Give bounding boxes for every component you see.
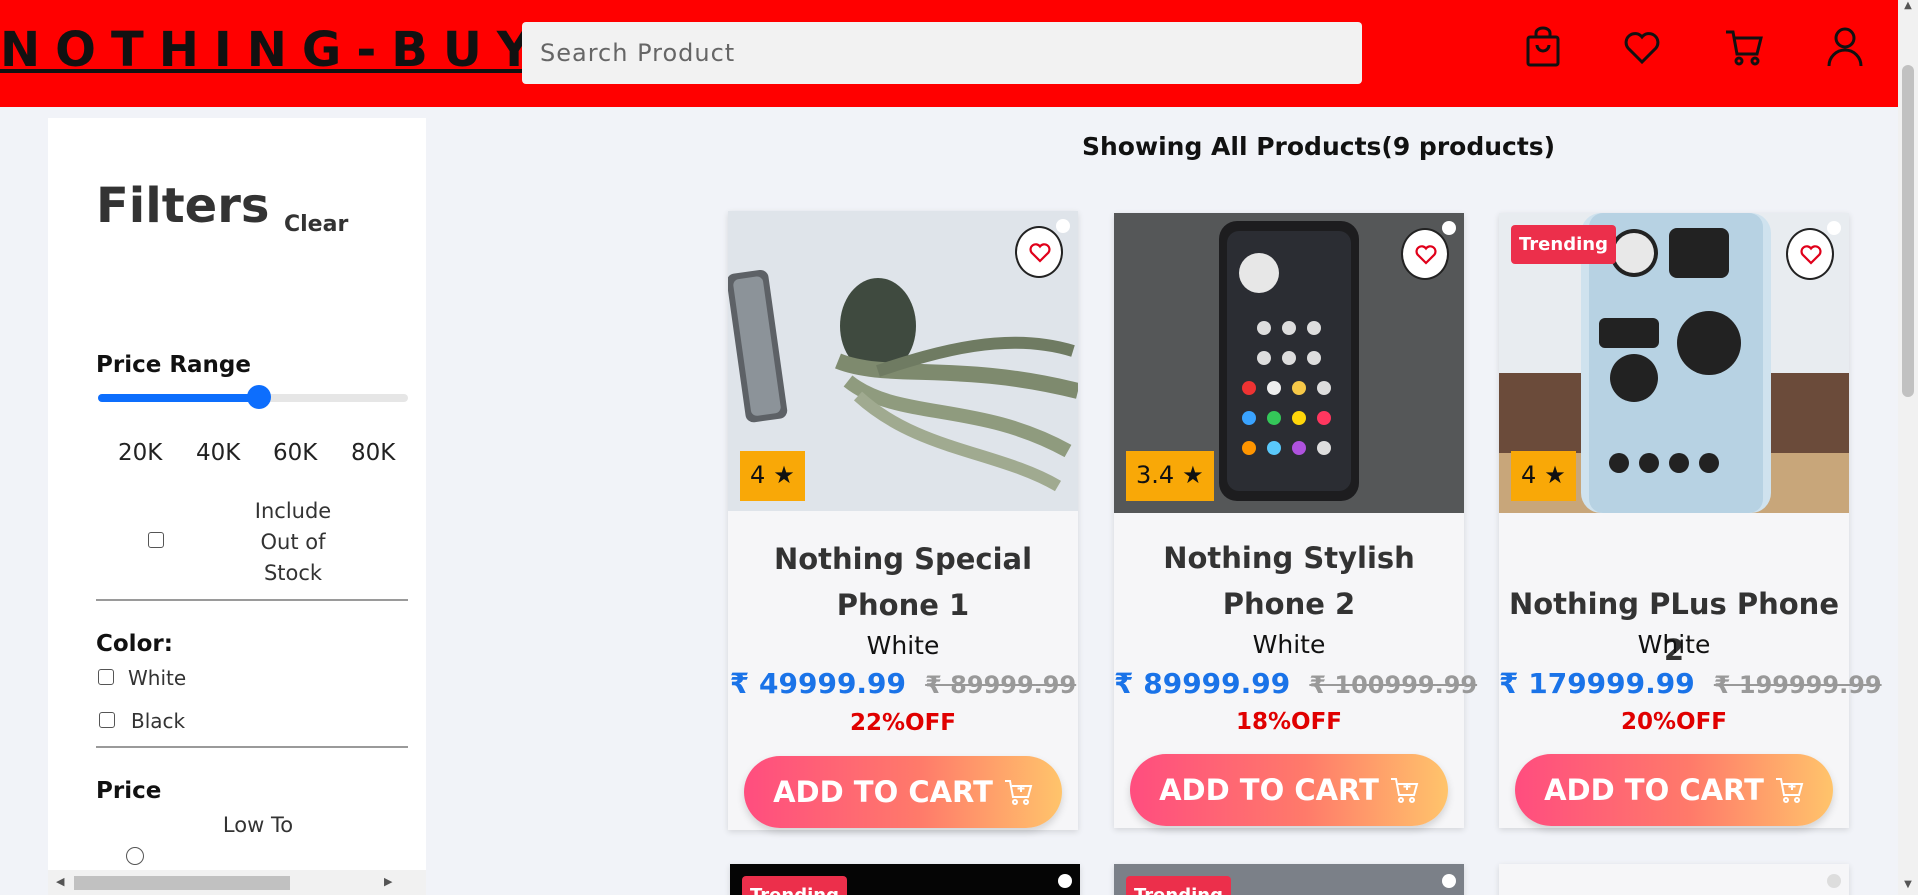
search-input[interactable] (522, 22, 1362, 84)
indicator-dot (1827, 221, 1841, 235)
add-to-cart-button[interactable]: ADD TO CART (1130, 754, 1448, 826)
product-mrp: ₹ 100999.99 (1309, 671, 1478, 699)
price-sort-low-to-high-label: Low To (222, 813, 294, 837)
cart-plus-icon (1775, 778, 1804, 803)
price-tick-label: 60K (273, 440, 318, 466)
price-range-slider-thumb[interactable] (247, 385, 271, 409)
price-tick-label: 80K (351, 440, 396, 466)
header: NOTHING-BUY (0, 0, 1898, 107)
product-price: ₹ 89999.99 (1114, 667, 1291, 700)
page-scrollbar-thumb[interactable] (1902, 65, 1914, 397)
heart-icon (1029, 243, 1051, 263)
product-card[interactable] (1499, 864, 1849, 895)
products-count-heading: Showing All Products(9 products) (1082, 132, 1556, 161)
star-icon: ★ (773, 461, 795, 489)
scroll-down-arrow-icon[interactable]: ▼ (1898, 879, 1918, 895)
color-black-label: Black (131, 709, 186, 733)
product-mrp: ₹ 89999.99 (925, 671, 1077, 699)
divider (96, 599, 408, 601)
product-price: ₹ 49999.99 (729, 667, 907, 700)
star-icon: ★ (1544, 461, 1566, 489)
color-white-checkbox[interactable] (98, 669, 114, 685)
color-white-label: White (128, 666, 187, 690)
product-color: White (1252, 630, 1326, 659)
indicator-dot (1056, 219, 1070, 233)
product-card[interactable]: Trending (1114, 864, 1464, 895)
wishlist-button[interactable] (1786, 228, 1834, 280)
rating-value: 4 (1521, 461, 1537, 489)
product-card[interactable]: Trending 4 ★ Nothing PLus Phone 2 White … (1499, 213, 1882, 828)
star-icon: ★ (1182, 461, 1204, 489)
user-icon[interactable] (1825, 26, 1865, 68)
rating-badge: 4 ★ (1511, 451, 1576, 501)
cart-plus-icon (1390, 778, 1419, 803)
product-mrp: ₹ 199999.99 (1713, 671, 1882, 699)
heart-icon (1800, 245, 1822, 265)
cart-plus-icon (1004, 780, 1033, 805)
sidebar-horizontal-scrollbar-thumb[interactable] (74, 876, 290, 890)
rating-badge: 3.4 ★ (1126, 451, 1214, 501)
rating-badge: 4 ★ (740, 451, 805, 501)
bag-icon[interactable] (1523, 26, 1563, 68)
price-tick-label: 40K (196, 440, 241, 466)
site-logo[interactable]: NOTHING-BUY (0, 22, 547, 78)
add-to-cart-label: ADD TO CART (1544, 773, 1764, 807)
indicator-dot (1442, 874, 1456, 888)
cart-icon[interactable] (1724, 26, 1764, 68)
product-color: White (866, 631, 940, 660)
heart-icon (1415, 245, 1437, 265)
color-black-checkbox[interactable] (99, 712, 115, 728)
trending-badge: Trending (742, 876, 847, 895)
indicator-dot (1827, 874, 1841, 888)
wishlist-button[interactable] (1015, 226, 1063, 278)
add-to-cart-label: ADD TO CART (1159, 773, 1379, 807)
scroll-left-arrow-icon[interactable]: ◀ (56, 875, 64, 888)
color-filter-label: Color: (96, 631, 173, 657)
indicator-dot (1058, 874, 1072, 888)
product-title[interactable]: Nothing Stylish Phone 2 (1114, 535, 1464, 627)
price-tick-label: 20K (118, 440, 163, 466)
product-title[interactable]: Nothing Special Phone 1 (728, 536, 1078, 628)
scroll-up-arrow-icon[interactable]: ▲ (1898, 0, 1918, 16)
include-out-of-stock-label: Include Out of Stock (254, 499, 332, 585)
wishlist-button[interactable] (1401, 228, 1449, 280)
indicator-dot (1442, 221, 1456, 235)
trending-badge: Trending (1126, 876, 1231, 895)
include-out-of-stock-checkbox[interactable] (148, 532, 164, 548)
filters-sidebar: Filters Clear Price Range 20K 40K 60K 80… (48, 118, 426, 895)
price-range-slider-fill (98, 394, 259, 402)
trending-badge: Trending (1511, 225, 1616, 264)
product-discount: 20%OFF (1620, 709, 1728, 735)
rating-value: 4 (750, 461, 766, 489)
product-card[interactable]: 4 ★ Nothing Special Phone 1 White ₹ 4999… (728, 211, 1078, 830)
price-range-label: Price Range (96, 352, 251, 378)
sidebar-horizontal-scrollbar[interactable]: ◀ ▶ (48, 870, 426, 895)
page-scrollbar[interactable]: ▲ ▼ (1898, 0, 1918, 895)
scroll-right-arrow-icon[interactable]: ▶ (384, 875, 392, 888)
clear-filters-button[interactable]: Clear (284, 212, 348, 237)
product-discount: 22%OFF (849, 710, 957, 736)
heart-icon[interactable] (1622, 26, 1662, 68)
filters-title: Filters (96, 178, 270, 234)
add-to-cart-label: ADD TO CART (773, 775, 993, 809)
product-discount: 18%OFF (1235, 709, 1343, 735)
product-card[interactable]: 3.4 ★ Nothing Stylish Phone 2 White ₹ 89… (1114, 213, 1477, 828)
divider (96, 746, 408, 748)
product-price: ₹ 179999.99 (1499, 667, 1695, 700)
price-sort-low-to-high-radio[interactable] (126, 847, 144, 865)
add-to-cart-button[interactable]: ADD TO CART (1515, 754, 1833, 826)
rating-value: 3.4 (1136, 461, 1175, 489)
product-card[interactable]: Trending (730, 864, 1080, 895)
price-sort-label: Price (96, 778, 162, 804)
product-color: White (1637, 630, 1711, 659)
product-title[interactable]: Nothing PLus Phone 2 (1499, 581, 1849, 673)
add-to-cart-button[interactable]: ADD TO CART (744, 756, 1062, 828)
